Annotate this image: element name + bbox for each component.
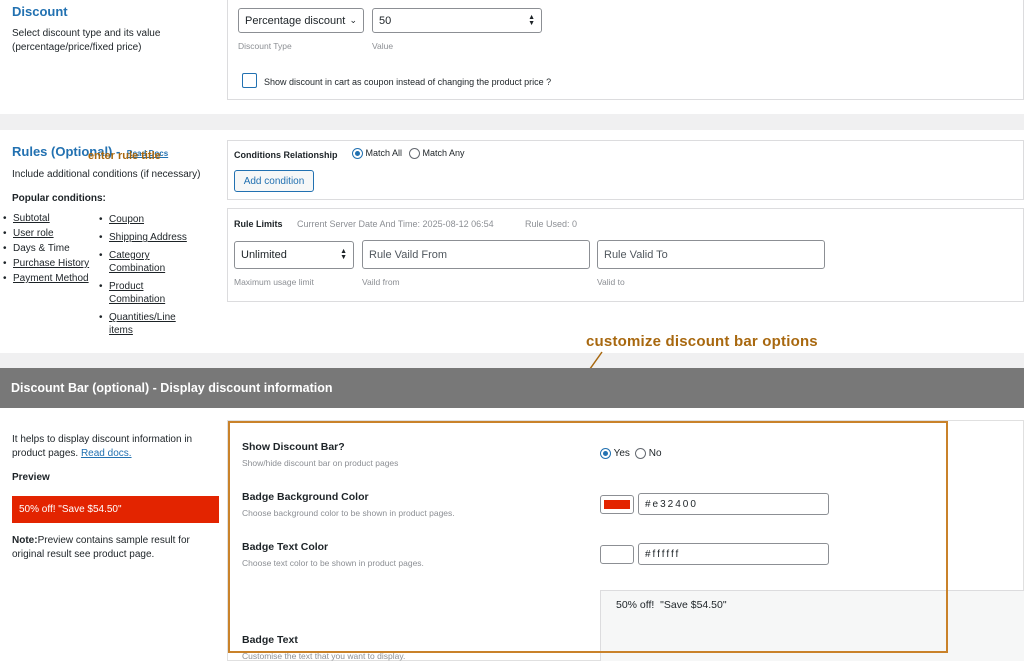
condition-link-category-combination[interactable]: Category Combination [99,249,169,275]
match-any-label: Match Any [422,148,465,158]
discount-value-input[interactable]: 50 ▲ ▼ [372,8,542,33]
condition-link-user-role[interactable]: User role [3,228,89,239]
valid-to-input[interactable]: Rule Valid To [597,240,825,269]
stepper-icon: ▲ ▼ [528,13,535,27]
badge-text-color-input[interactable]: #ffffff [638,543,829,565]
condition-link-quantities[interactable]: Quantities/Line items [99,311,179,337]
show-bar-yes-radio[interactable]: Yes [600,448,630,459]
yes-label: Yes [613,448,630,460]
condition-link-coupon[interactable]: Coupon [99,213,194,226]
show-discount-bar-title: Show Discount Bar? [242,441,345,453]
match-all-label: Match All [365,148,403,158]
condition-days-time: Days & Time [3,243,89,254]
rules-description: Include additional conditions (if necess… [12,169,201,180]
show-discount-bar-desc: Show/hide discount bar on product pages [242,458,399,468]
popular-conditions-left: Subtotal User role Days & Time Purchase … [3,213,89,284]
discount-bar-help: It helps to display discount information… [12,434,193,459]
match-all-radio[interactable]: Match All [352,148,403,160]
preview-note: Note:Preview contains sample result for … [12,535,190,560]
max-usage-label: Maximum usage limit [234,277,314,287]
badge-text-textarea[interactable]: 50% off! "Save $54.50" [600,590,1024,661]
server-time: Current Server Date And Time: 2025-08-12… [297,219,494,229]
badge-text-color-desc: Choose text color to be shown in product… [242,558,424,568]
condition-link-purchase-history[interactable]: Purchase History [3,258,89,269]
annotation-text: customize discount bar options [586,333,818,350]
radio-selected-icon [600,448,611,459]
rule-limits-title: Rule Limits [234,219,283,229]
discount-value: 50 [379,14,392,27]
max-usage-input[interactable]: Unlimited ▲ ▼ [234,241,354,269]
valid-to-label: Valid to [597,277,625,287]
condition-link-product-combination[interactable]: Product Combination [99,280,169,306]
no-label: No [648,448,662,460]
condition-link-payment-method[interactable]: Payment Method [3,273,89,284]
conditions-card [227,140,1024,200]
valid-from-label: Vaild from [362,277,400,287]
preview-label: Preview [12,472,50,483]
discount-type-select[interactable]: Percentage discount ⌄ [238,8,364,33]
popular-conditions-title: Popular conditions: [12,193,106,204]
popular-conditions-right: Coupon Shipping Address Category Combina… [99,213,194,337]
condition-link-shipping-address[interactable]: Shipping Address [99,231,194,244]
discount-type-label: Discount Type [238,41,292,51]
badge-text-color-swatch[interactable] [600,545,634,564]
discount-type-value: Percentage discount [245,14,346,27]
conditions-relationship-label: Conditions Relationship [234,150,338,160]
discount-value-label: Value [372,41,394,51]
radio-empty-icon [635,448,646,459]
rule-used: Rule Used: 0 [525,219,578,229]
match-any-radio[interactable]: Match Any [409,148,465,160]
rule-title-annotation: enter rule title [88,150,161,162]
valid-from-input[interactable]: Rule Vaild From [362,240,590,269]
badge-text-title: Badge Text [242,634,298,646]
discount-title: Discount [12,4,68,19]
condition-link-subtotal[interactable]: Subtotal [3,213,89,224]
badge-text-color-title: Badge Text Color [242,541,329,553]
radio-empty-icon [409,148,420,160]
discount-bar-read-docs-link[interactable]: Read docs. [81,448,132,459]
badge-bg-title: Badge Background Color [242,491,369,503]
preview-badge: 50% off! "Save $54.50" [12,496,219,523]
badge-text-desc: Customise the text that you want to disp… [242,651,406,661]
coupon-checkbox[interactable] [242,73,257,88]
badge-bg-color-input[interactable]: #e32400 [638,493,829,515]
badge-text-value: 50% off! "Save $54.50" [616,599,727,611]
chevron-down-icon: ⌄ [349,15,357,25]
discount-description: Select discount type and its value (perc… [12,28,161,53]
coupon-checkbox-label: Show discount in cart as coupon instead … [264,77,552,87]
badge-bg-color-swatch[interactable] [600,495,634,514]
radio-selected-icon [352,148,363,160]
stepper-icon: ▲ ▼ [340,248,347,261]
show-bar-no-radio[interactable]: No [635,448,662,459]
add-condition-button[interactable]: Add condition [234,170,314,192]
discount-bar-header: Discount Bar (optional) - Display discou… [0,368,1024,408]
max-usage-value: Unlimited [241,249,287,261]
badge-bg-desc: Choose background color to be shown in p… [242,508,455,518]
discount-bar-header-title: Discount Bar (optional) - Display discou… [11,381,333,395]
